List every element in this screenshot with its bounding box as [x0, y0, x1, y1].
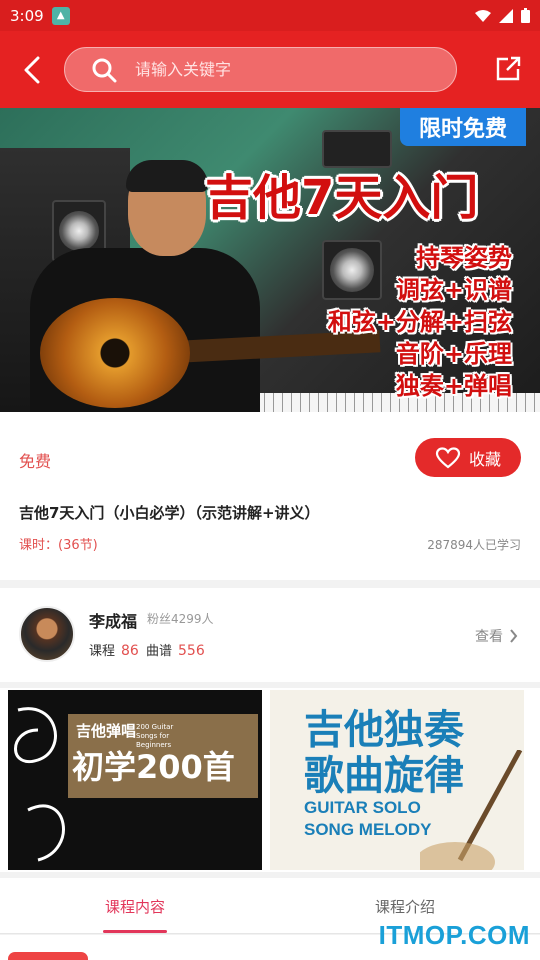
learner-count: 287894人已学习	[427, 538, 521, 552]
banner-line: 调弦+识谱	[395, 276, 512, 304]
book-title-line1: 吉他独奏	[304, 707, 464, 753]
banner-title: 吉他7天入门	[205, 170, 479, 226]
book-list: 吉他弹唱 200 Guitar Songs for Beginners 初学20…	[0, 688, 540, 872]
avatar[interactable]	[19, 606, 75, 662]
teacher-card[interactable]: 李成福 粉丝4299人 课程 86 曲谱 556 查看	[0, 588, 540, 682]
fan-count: 粉丝4299人	[147, 612, 214, 626]
tab-course-content[interactable]: 课程内容	[0, 878, 270, 934]
favorite-label: 收藏	[468, 449, 501, 469]
view-teacher-link[interactable]: 查看	[475, 626, 518, 646]
guitar-image	[40, 298, 190, 408]
banner-line: 和弦+分解+扫弦	[327, 308, 512, 336]
banner-line: 音阶+乐理	[395, 340, 512, 368]
search-box[interactable]	[64, 47, 457, 92]
course-stat-label: 课程	[89, 644, 116, 659]
book-title-line2: 歌曲旋律	[304, 753, 464, 799]
course-price: 免费	[19, 452, 52, 471]
book-english-title-line2: SONG MELODY	[304, 820, 432, 839]
wifi-icon	[475, 9, 491, 22]
course-title: 吉他7天入门（小白必学）（示范讲解+讲义）	[19, 504, 320, 522]
tab-indicator	[103, 930, 167, 933]
course-stat: 课程 86	[89, 640, 139, 659]
score-stat-value: 556	[178, 643, 205, 659]
heart-icon	[435, 446, 461, 468]
score-stat: 曲谱 556	[146, 640, 205, 659]
search-icon	[92, 58, 117, 82]
teacher-name: 李成福	[89, 612, 138, 631]
status-time: 3:09	[10, 6, 44, 25]
free-badge: 限时免费	[400, 108, 526, 146]
favorite-button[interactable]: 收藏	[415, 438, 521, 477]
chevron-right-icon	[510, 629, 518, 643]
status-icons	[475, 8, 530, 23]
watermark-logo: ITMOP.COM	[378, 920, 530, 950]
search-input[interactable]	[135, 60, 415, 79]
status-bar: 3:09 ▲	[0, 0, 540, 31]
share-icon[interactable]	[494, 55, 522, 83]
book-subtitle: 吉他弹唱	[76, 722, 137, 740]
lesson-count: 课时：(36节)	[19, 538, 98, 553]
teacher-hair	[126, 160, 208, 192]
course-banner[interactable]: 限时免费 吉他7天入门 持琴姿势 调弦+识谱 和弦+分解+扫弦 音阶+乐理 独奏…	[0, 108, 540, 412]
banner-feature-list: 持琴姿势 调弦+识谱 和弦+分解+扫弦 音阶+乐理 独奏+弹唱	[328, 242, 512, 402]
app-notification-icon: ▲	[51, 6, 70, 25]
view-label: 查看	[475, 629, 503, 645]
score-stat-label: 曲谱	[146, 644, 173, 659]
book-title: 初学200首	[72, 748, 235, 786]
battery-icon	[521, 8, 530, 23]
book-card[interactable]: 吉他弹唱 200 Guitar Songs for Beginners 初学20…	[8, 690, 262, 870]
course-info-card: 免费 收藏 吉他7天入门（小白必学）（示范讲解+讲义） 课时：(36节) 287…	[0, 412, 540, 580]
monitor-image	[322, 130, 392, 168]
banner-line: 持琴姿势	[416, 244, 512, 272]
chevron-left-icon	[24, 56, 40, 83]
book-card[interactable]: 吉他独奏 歌曲旋律 GUITAR SOLO SONG MELODY	[270, 690, 524, 870]
top-bar	[0, 31, 540, 108]
course-stat-value: 86	[121, 643, 139, 659]
banner-line: 独奏+弹唱	[395, 372, 512, 400]
chapter-pill[interactable]	[8, 952, 88, 960]
signal-icon	[499, 8, 513, 23]
back-button[interactable]	[0, 31, 64, 108]
book-english-title-line1: GUITAR SOLO	[304, 798, 421, 817]
